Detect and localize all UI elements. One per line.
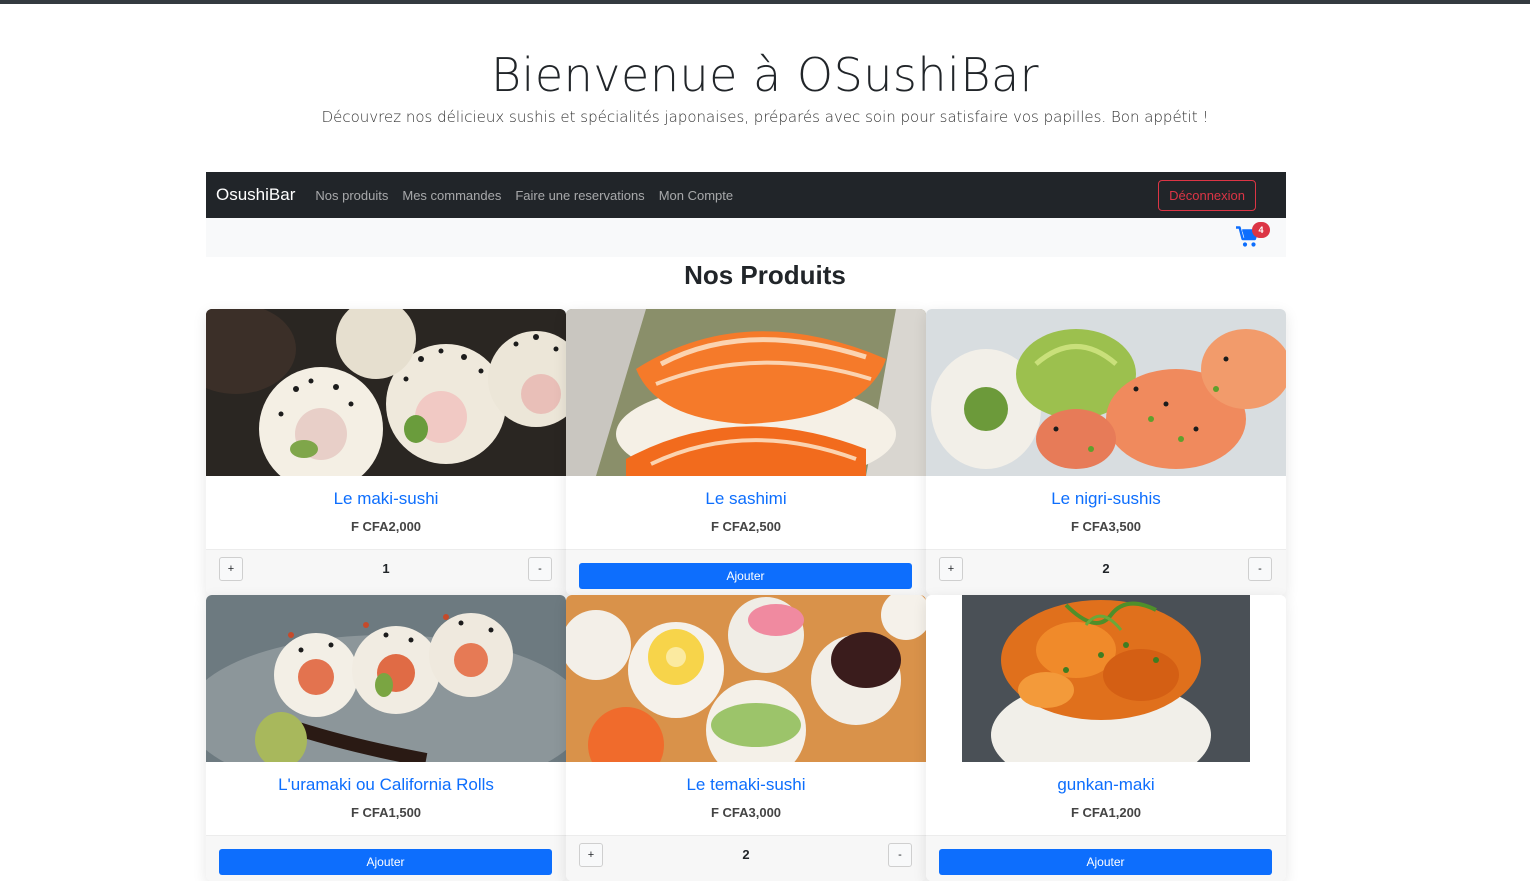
product-card: Le maki-sushi F CFA2,000 + 1 - [206, 309, 566, 595]
product-price: F CFA3,000 [710, 805, 782, 820]
quantity-value: 2 [742, 847, 750, 862]
card-footer: + 1 - [206, 549, 566, 595]
product-name[interactable]: Le maki-sushi [206, 489, 566, 509]
product-card: Le sashimi F CFA2,500 Ajouter [566, 309, 926, 595]
nav-link-reservations[interactable]: Faire une reservations [515, 188, 644, 203]
product-name[interactable]: Le sashimi [566, 489, 926, 509]
add-to-cart-button[interactable]: Ajouter [219, 849, 552, 875]
cart-button[interactable]: 4 [1236, 222, 1270, 250]
increase-quantity-button[interactable]: + [939, 557, 963, 581]
product-name[interactable]: Le temaki-sushi [566, 775, 926, 795]
maki-sushi-photo [206, 309, 566, 476]
decrease-quantity-button[interactable]: - [528, 557, 552, 581]
temaki-photo [566, 595, 926, 762]
cart-bar: 4 [206, 218, 1286, 257]
uramaki-photo [206, 595, 566, 762]
product-price: F CFA3,500 [1070, 519, 1142, 534]
add-to-cart-button[interactable]: Ajouter [579, 563, 912, 589]
logout-button[interactable]: Déconnexion [1158, 179, 1256, 211]
quantity-value: 2 [1102, 561, 1110, 576]
nigiri-photo [926, 309, 1286, 476]
card-footer: Ajouter [206, 835, 566, 881]
nav-link-orders[interactable]: Mes commandes [402, 188, 501, 203]
product-card: gunkan-maki F CFA1,200 Ajouter [926, 595, 1286, 881]
gunkan-photo [926, 595, 1286, 762]
decrease-quantity-button[interactable]: - [1248, 557, 1272, 581]
cart-count-badge: 4 [1252, 222, 1270, 238]
main-navbar: OsushiBar Nos produits Mes commandes Fai… [206, 172, 1286, 218]
product-price: F CFA1,500 [350, 805, 422, 820]
product-price: F CFA1,200 [1070, 805, 1142, 820]
product-price: F CFA2,000 [350, 519, 422, 534]
product-card: Le nigri-sushis F CFA3,500 + 2 - [926, 309, 1286, 595]
increase-quantity-button[interactable]: + [219, 557, 243, 581]
card-footer: + 2 - [566, 835, 926, 881]
card-footer: + 2 - [926, 549, 1286, 595]
product-grid: Le maki-sushi F CFA2,000 + 1 - Le sashim… [206, 309, 1286, 881]
product-price: F CFA2,500 [710, 519, 782, 534]
navbar-brand[interactable]: OsushiBar [216, 185, 295, 205]
page-title: Bienvenue à OSushiBar [490, 48, 1040, 102]
increase-quantity-button[interactable]: + [579, 843, 603, 867]
products-section-title: Nos Produits [684, 260, 846, 290]
nav-link-account[interactable]: Mon Compte [659, 188, 733, 203]
top-border [0, 0, 1530, 4]
quantity-value: 1 [382, 561, 390, 576]
product-name[interactable]: gunkan-maki [926, 775, 1286, 795]
product-card: Le temaki-sushi F CFA3,000 + 2 - [566, 595, 926, 881]
nav-link-products[interactable]: Nos produits [315, 188, 388, 203]
add-to-cart-button[interactable]: Ajouter [939, 849, 1272, 875]
sashimi-photo [566, 309, 926, 476]
page-subtitle: Découvrez nos délicieux sushis et spécia… [321, 108, 1209, 126]
product-card: L'uramaki ou California Rolls F CFA1,500… [206, 595, 566, 881]
product-name[interactable]: Le nigri-sushis [926, 489, 1286, 509]
hero-header: Bienvenue à OSushiBar Découvrez nos déli… [0, 44, 1530, 126]
decrease-quantity-button[interactable]: - [888, 843, 912, 867]
card-footer: Ajouter [566, 549, 926, 595]
card-footer: Ajouter [926, 835, 1286, 881]
product-name[interactable]: L'uramaki ou California Rolls [206, 775, 566, 795]
